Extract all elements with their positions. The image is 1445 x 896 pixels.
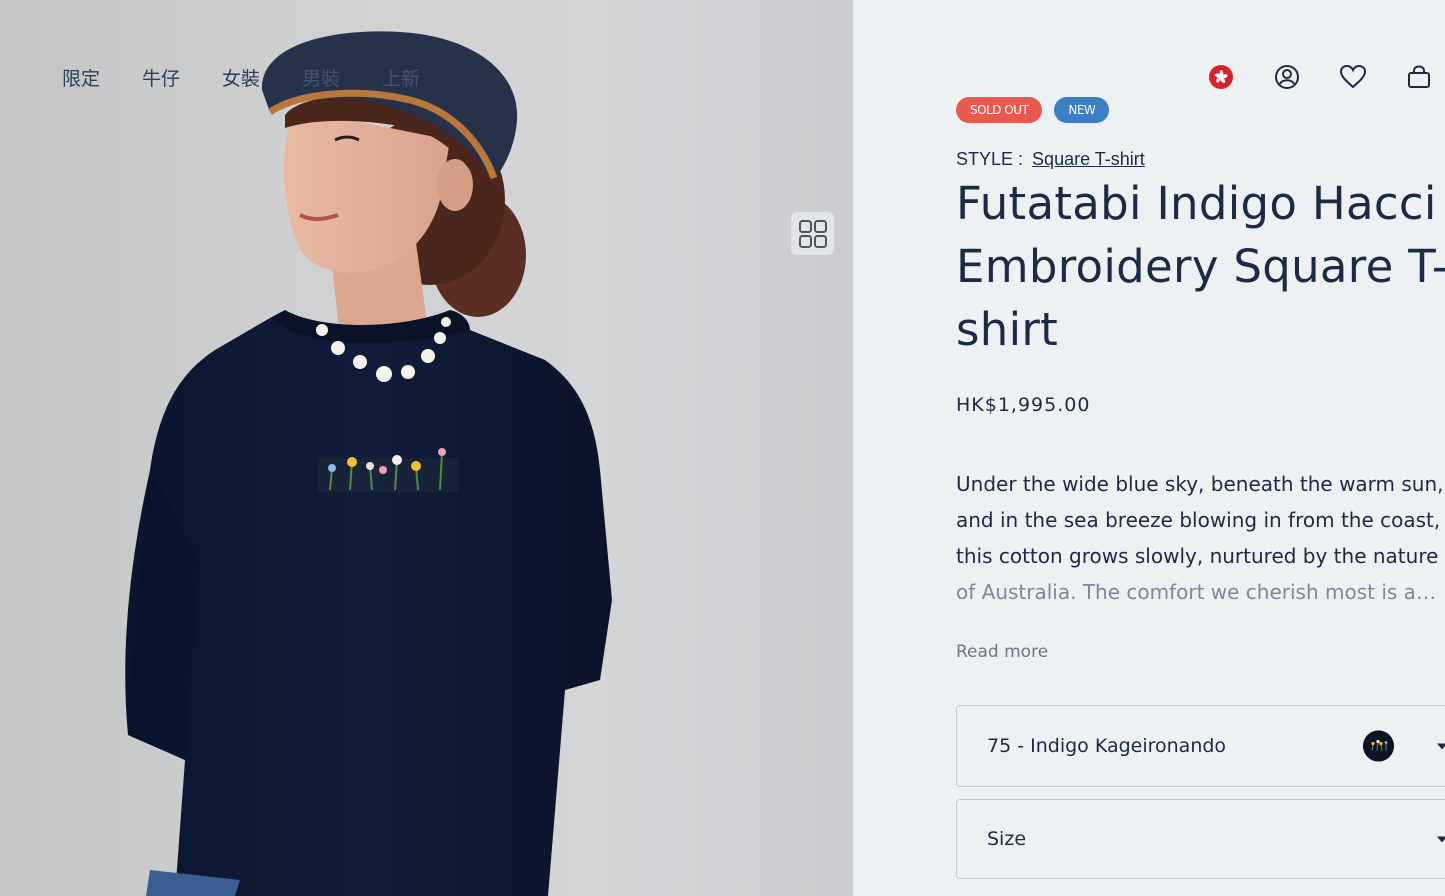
nav-item-limited[interactable]: 限定 <box>62 64 100 91</box>
description-line: and in the sea breeze blowing in from th… <box>956 508 1441 532</box>
hong-kong-flag-icon <box>1209 65 1233 89</box>
account-icon <box>1275 65 1299 89</box>
description-line: this cotton grows slowly, nurtured by th… <box>956 544 1439 568</box>
size-select[interactable]: Size <box>956 799 1445 879</box>
cart-bag-icon <box>1408 65 1430 88</box>
wishlist-heart-icon <box>1339 64 1367 89</box>
new-badge: NEW <box>1054 97 1110 123</box>
cart-button[interactable] <box>1386 60 1445 94</box>
read-more-link[interactable]: Read more <box>956 642 1048 662</box>
style-label: STYLE : <box>956 149 1024 169</box>
wishlist-button[interactable] <box>1320 60 1386 94</box>
size-select-value: Size <box>987 828 1027 850</box>
color-select-value: 75 - Indigo Kageironando <box>987 735 1227 757</box>
header-icon-bar <box>1188 60 1445 94</box>
product-badges: SOLD OUT NEW <box>956 97 1110 123</box>
nav-item-new-arrivals[interactable]: 上新 <box>382 64 420 91</box>
gallery-grid-button[interactable] <box>791 212 834 255</box>
product-photo[interactable]: 限定 牛仔 女裝 男裝 上新 <box>0 0 853 896</box>
style-link[interactable]: Square T-shirt <box>1032 149 1145 169</box>
product-description: Under the wide blue sky, beneath the war… <box>956 466 1445 610</box>
style-line: STYLE : Square T-shirt <box>956 149 1145 170</box>
nav-item-denim[interactable]: 牛仔 <box>142 64 180 91</box>
color-swatch <box>1363 730 1394 762</box>
product-price: HK$1,995.00 <box>956 394 1091 416</box>
model-photo-illustration <box>125 31 612 896</box>
chevron-down-icon <box>1435 830 1445 849</box>
nav-item-men[interactable]: 男裝 <box>302 64 340 91</box>
grid-view-icon <box>798 219 827 248</box>
product-details-panel: SOLD OUT NEW STYLE : Square T-shirt Futa… <box>853 0 1445 896</box>
main-nav: 限定 牛仔 女裝 男裝 上新 <box>62 64 420 91</box>
sold-out-badge: SOLD OUT <box>956 97 1043 123</box>
chevron-down-icon <box>1435 737 1445 756</box>
product-title: Futatabi Indigo Hacci Embroidery Square … <box>956 177 1445 356</box>
description-line: of Australia. The comfort we cherish mos… <box>956 580 1436 604</box>
color-select[interactable]: 75 - Indigo Kageironando <box>956 705 1445 787</box>
region-selector-button[interactable] <box>1188 60 1254 94</box>
account-button[interactable] <box>1254 60 1320 94</box>
nav-item-women[interactable]: 女裝 <box>222 64 260 91</box>
description-line: Under the wide blue sky, beneath the war… <box>956 472 1444 496</box>
